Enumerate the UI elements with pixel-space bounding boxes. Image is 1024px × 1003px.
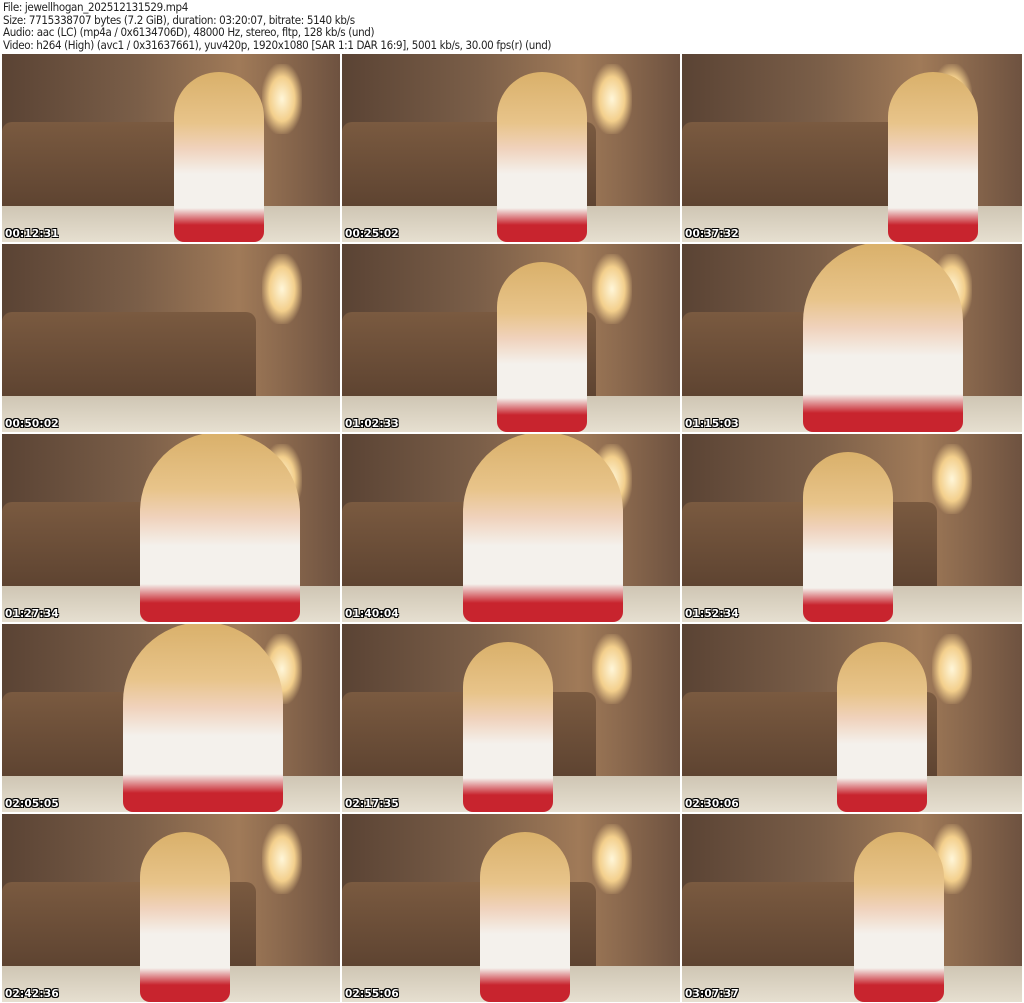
lamp [932,444,972,514]
thumbnail-timestamp: 00:37:32 [685,228,739,240]
thumbnail-image [2,624,340,812]
person [174,72,265,242]
thumbnail-image [2,814,340,1002]
person [854,832,945,1002]
person [497,262,588,432]
couch [2,312,256,402]
person [887,72,978,242]
video-thumbnail: 00:37:32 [682,54,1022,242]
thumbnail-image [682,434,1022,622]
thumbnail-image [682,54,1022,242]
thumbnail-image [342,624,680,812]
person [803,244,964,432]
thumbnail-image [2,244,340,432]
video-thumbnail: 02:30:06 [682,624,1022,812]
thumbnail-grid: 00:12:31 00:25:02 00:37:32 00:50:02 01:02:33… [2,54,1022,1002]
thumbnail-timestamp: 01:27:34 [5,608,59,620]
person [463,642,554,812]
person [803,452,894,622]
lamp [592,64,632,134]
file-info-header: File: jewellhogan_202512131529.mp4 Size:… [3,1,551,51]
thumbnail-image [2,54,340,242]
thumbnail-timestamp: 01:40:04 [345,608,399,620]
lamp [592,254,632,324]
thumbnail-timestamp: 00:25:02 [345,228,399,240]
lamp [592,824,632,894]
video-thumbnail: 01:40:04 [342,434,680,622]
thumbnail-timestamp: 00:12:31 [5,228,59,240]
audio-info: Audio: aac (LC) (mp4a / 0x6134706D), 480… [3,25,375,40]
video-thumbnail: 02:17:35 [342,624,680,812]
video-thumbnail: 00:12:31 [2,54,340,242]
thumbnail-image [682,814,1022,1002]
video-thumbnail: 01:27:34 [2,434,340,622]
person [140,832,231,1002]
thumbnail-timestamp: 02:17:35 [345,798,399,810]
video-thumbnail: 01:02:33 [342,244,680,432]
video-thumbnail: 00:25:02 [342,54,680,242]
thumbnail-timestamp: 00:50:02 [5,418,59,430]
person [463,434,624,622]
video-thumbnail: 02:42:36 [2,814,340,1002]
thumbnail-image [342,434,680,622]
video-thumbnail: 03:07:37 [682,814,1022,1002]
thumbnail-image [342,814,680,1002]
person [497,72,588,242]
thumbnail-timestamp: 01:52:34 [685,608,739,620]
thumbnail-timestamp: 02:30:06 [685,798,739,810]
thumbnail-timestamp: 01:15:03 [685,418,739,430]
video-info: Video: h264 (High) (avc1 / 0x31637661), … [3,37,552,52]
person [140,434,301,622]
thumbnail-timestamp: 02:55:06 [345,988,399,1000]
video-thumbnail: 02:55:06 [342,814,680,1002]
lamp [262,64,302,134]
thumbnail-image [342,54,680,242]
video-thumbnail: 02:05:05 [2,624,340,812]
lamp [262,254,302,324]
lamp [592,634,632,704]
file-name: File: jewellhogan_202512131529.mp4 [3,0,188,14]
person [837,642,928,812]
thumbnail-image [342,244,680,432]
thumbnail-timestamp: 02:42:36 [5,988,59,1000]
person [480,832,571,1002]
thumbnail-timestamp: 03:07:37 [685,988,739,1000]
thumbnail-image [682,244,1022,432]
video-thumbnail: 01:15:03 [682,244,1022,432]
video-thumbnail: 00:50:02 [2,244,340,432]
thumbnail-timestamp: 01:02:33 [345,418,399,430]
video-thumbnail: 01:52:34 [682,434,1022,622]
lamp [932,634,972,704]
thumbnail-image [2,434,340,622]
lamp [262,824,302,894]
thumbnail-timestamp: 02:05:05 [5,798,59,810]
thumbnail-image [682,624,1022,812]
person [123,624,284,812]
